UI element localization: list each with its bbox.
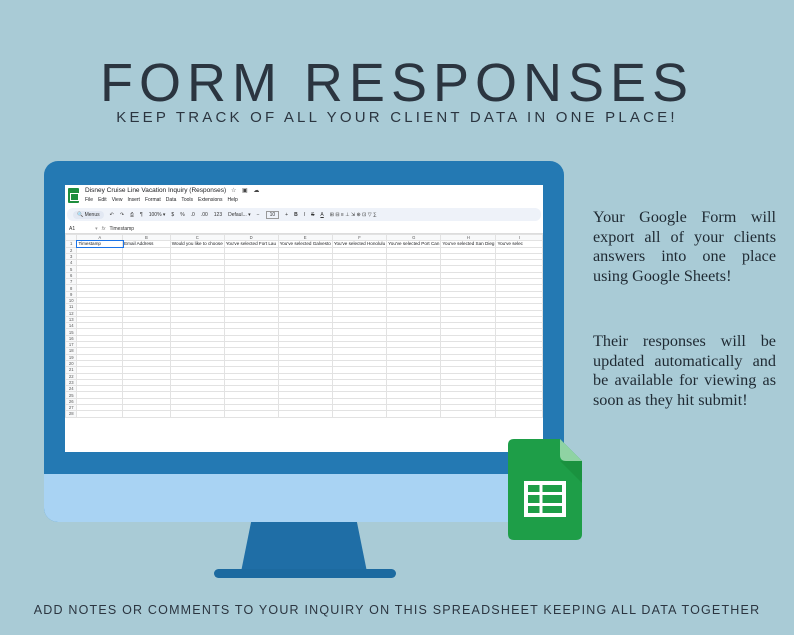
grid-cell[interactable]	[223, 410, 279, 418]
monitor-stand-neck	[241, 522, 367, 572]
menu-item-format[interactable]: Format	[145, 197, 161, 203]
cell-reference-dropdown-icon[interactable]: ▾	[95, 226, 98, 232]
header-cell[interactable]: Would you like to choose	[169, 240, 225, 248]
currency-button[interactable]: $	[171, 212, 174, 218]
paint-format-icon[interactable]: ¶	[140, 212, 143, 218]
menu-item-view[interactable]: View	[112, 197, 123, 203]
strikethrough-button[interactable]: S	[311, 212, 314, 218]
monitor-stand-base	[214, 569, 396, 578]
sheets-logo-icon[interactable]	[68, 188, 79, 203]
menus-search-button[interactable]: 🔍 Menus	[73, 210, 104, 219]
undo-icon[interactable]: ↶	[110, 212, 114, 218]
table-row: 1 Timestamp Email Address Would you like to…	[65, 239, 543, 249]
fx-icon: fx	[101, 225, 106, 232]
font-size-input[interactable]: 10	[265, 210, 280, 219]
spreadsheet-grid: A B C D E F G H I 1 Timestamp Email Address Would yo…	[65, 233, 543, 418]
sheet-toolbar: 🔍 Menus ↶ ↷ ⎙ ¶ 100% ▾ $ % .0 .00 123 De…	[67, 208, 541, 221]
header-cell[interactable]: You've selected Galvesto	[277, 240, 333, 248]
table-row: 28	[65, 410, 543, 418]
monitor-chin	[44, 474, 564, 522]
more-formats-button[interactable]: 123	[214, 212, 222, 218]
grid-cell[interactable]	[331, 410, 388, 418]
header-cell[interactable]: You've selected Port Can	[386, 240, 442, 248]
row-number[interactable]: 28	[65, 410, 78, 418]
cell-reference[interactable]: A1	[69, 226, 75, 232]
menu-item-edit[interactable]: Edit	[98, 197, 107, 203]
text-color-button[interactable]: A	[320, 212, 323, 218]
header-cell[interactable]: You've selected Honolulu	[331, 240, 388, 248]
redo-icon[interactable]: ↷	[120, 212, 124, 218]
doc-status-icons[interactable]: ☆ ▣ ☁	[231, 187, 261, 194]
italic-button[interactable]: I	[304, 212, 305, 218]
spreadsheet-screen: Disney Cruise Line Vacation Inquiry (Res…	[65, 185, 543, 452]
menu-bar: File Edit View Insert Format Data Tools Extensi…	[85, 197, 243, 203]
menu-item-data[interactable]: Data	[166, 197, 177, 203]
header-cell[interactable]: You've selected San Dieg	[440, 240, 497, 248]
header-cell[interactable]: You've selected Fort Lau	[223, 240, 279, 248]
print-icon[interactable]: ⎙	[130, 212, 134, 218]
description-paragraph-1: Your Google Form will export all of your…	[593, 208, 776, 285]
menu-item-tools[interactable]: Tools	[181, 197, 193, 203]
sheet-titlebar: Disney Cruise Line Vacation Inquiry (Res…	[65, 185, 543, 206]
grid-cell[interactable]	[440, 410, 497, 418]
more-tools-icons[interactable]: ⊞ ⊟ ≡ ⊥ ⇲ ⊕ ⊡ ▽ ∑	[330, 212, 377, 218]
page-title: FORM RESPONSES	[99, 53, 695, 113]
menu-item-insert[interactable]: Insert	[127, 197, 140, 203]
google-sheets-icon	[508, 439, 582, 540]
font-size-increase-button[interactable]: +	[285, 212, 288, 218]
menu-item-help[interactable]: Help	[228, 197, 238, 203]
grid-cell[interactable]	[277, 410, 333, 418]
bold-button[interactable]: B	[294, 212, 298, 218]
font-select[interactable]: Defaul... ▾	[228, 212, 251, 218]
decrease-decimal-button[interactable]: .0	[191, 212, 195, 218]
grid-cell[interactable]	[386, 410, 442, 418]
percent-button[interactable]: %	[180, 212, 184, 218]
page-subtitle: KEEP TRACK OF ALL YOUR CLIENT DATA IN ON…	[116, 109, 678, 126]
formula-bar: A1 ▾ fx Timestamp	[65, 224, 543, 234]
menu-item-file[interactable]: File	[85, 197, 93, 203]
document-title[interactable]: Disney Cruise Line Vacation Inquiry (Res…	[85, 187, 226, 194]
font-size-decrease-button[interactable]: −	[257, 212, 260, 218]
formula-input[interactable]: Timestamp	[110, 226, 135, 232]
grid-cell[interactable]	[495, 410, 543, 418]
zoom-select[interactable]: 100% ▾	[149, 212, 166, 218]
grid-cell[interactable]	[122, 410, 171, 418]
grid-cell[interactable]	[76, 410, 124, 418]
grid-cell[interactable]	[169, 410, 225, 418]
increase-decimal-button[interactable]: .00	[201, 212, 208, 218]
description-paragraph-2: Their responses will be updated automati…	[593, 332, 776, 409]
menu-item-extensions[interactable]: Extensions	[198, 197, 222, 203]
page-footer: ADD NOTES OR COMMENTS TO YOUR INQUIRY ON…	[33, 603, 761, 617]
